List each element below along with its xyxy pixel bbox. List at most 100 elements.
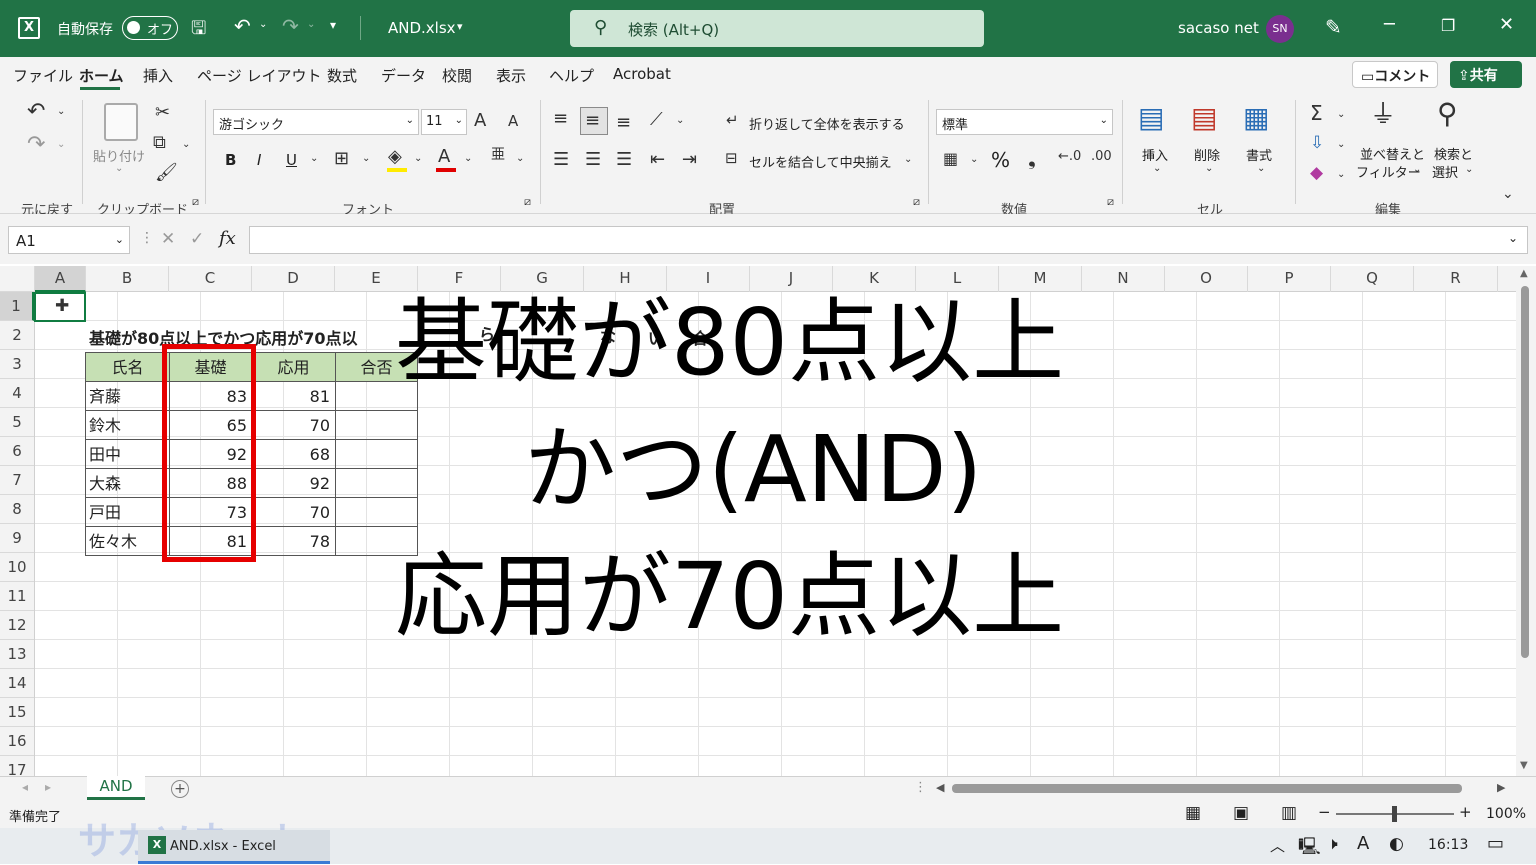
borders-dropdown-icon[interactable]: ⌄ [362,154,370,164]
find-select-dropdown-icon[interactable]: ⌄ [1465,165,1473,175]
accounting-dropdown-icon[interactable]: ⌄ [970,155,978,165]
align-left-icon[interactable]: ☰ [553,151,569,169]
column-header-c[interactable]: C [169,266,252,292]
tab-review[interactable]: 校閲 [442,65,472,86]
align-right-icon[interactable]: ☰ [616,151,632,169]
insert-dropdown-icon[interactable]: ⌄ [1153,164,1161,174]
sort-filter-dropdown-icon[interactable]: ⌄ [1413,165,1421,175]
row-header-3[interactable]: 3 [0,350,34,379]
sort-filter-label-1[interactable]: 並べ替えと [1360,144,1425,163]
table-cell-name[interactable]: 鈴木 [89,411,164,440]
column-header-q[interactable]: Q [1331,266,1414,292]
table-cell-applied[interactable]: 70 [255,411,330,440]
redo-dropdown-icon[interactable]: ⌄ [307,19,315,30]
copy-dropdown-icon[interactable]: ⌄ [182,140,190,150]
increase-indent-icon[interactable]: ⇥ [682,151,697,169]
row-header-8[interactable]: 8 [0,495,34,524]
redo-ribbon-dropdown-icon[interactable]: ⌄ [57,140,65,150]
table-cell-name[interactable]: 大森 [89,469,164,498]
ime-icon[interactable]: ◐ [1389,834,1404,854]
normal-view-icon[interactable]: ▦ [1185,803,1201,823]
minimize-icon[interactable]: ─ [1384,14,1395,35]
expand-formula-icon[interactable]: ⌄ [1508,231,1518,245]
tab-view[interactable]: 表示 [496,65,526,86]
row-header-2[interactable]: 2 [0,321,34,350]
zoom-level[interactable]: 100% [1486,806,1526,822]
format-cells-icon[interactable]: ▦ [1243,104,1269,132]
undo-ribbon-icon[interactable]: ↶ [27,101,45,123]
row-header-7[interactable]: 7 [0,466,34,495]
enter-icon[interactable]: ✓ [190,229,204,249]
underline-button[interactable]: U [286,151,297,169]
save-icon[interactable]: 🖫 [191,16,206,46]
column-header-o[interactable]: O [1165,266,1248,292]
filename-dropdown-icon[interactable]: ▾ [457,20,463,33]
grow-font-icon[interactable]: A [474,112,486,130]
row-header-1[interactable]: 1 [0,292,34,321]
table-cell-result[interactable] [335,411,417,439]
table-header-cell[interactable]: 氏名 [86,353,169,382]
font-launcher-icon[interactable]: ⧄ [524,196,531,207]
wrap-text-button[interactable]: 折り返して全体を表示する [749,114,905,133]
row-header-10[interactable]: 10 [0,553,34,582]
close-icon[interactable]: ✕ [1499,14,1514,35]
decrease-decimal-icon[interactable]: .00 [1091,150,1112,163]
row-header-11[interactable]: 11 [0,582,34,611]
column-header-n[interactable]: N [1082,266,1165,292]
orientation-icon[interactable]: ⟋ [650,111,663,129]
tab-page-layout[interactable]: ページ レイアウト [197,65,321,86]
table-cell-name[interactable]: 佐々木 [89,527,164,556]
merge-center-icon[interactable]: ⊟ [725,151,738,166]
tab-split-handle[interactable]: ⋮ [914,780,927,795]
column-header-p[interactable]: P [1248,266,1331,292]
merge-center-button[interactable]: セルを結合して中央揃え [749,152,892,171]
italic-button[interactable]: I [257,151,261,169]
filename[interactable]: AND.xlsx [388,19,456,37]
insert-cells-icon[interactable]: ▤ [1138,104,1164,132]
table-cell-name[interactable]: 斉藤 [89,382,164,411]
tab-data[interactable]: データ [381,65,426,86]
network-icon[interactable]: 🖳 [1298,834,1321,863]
table-cell-result[interactable] [335,498,417,526]
undo-dropdown-icon[interactable]: ⌄ [259,19,267,30]
column-header-a[interactable]: A [35,266,86,292]
avatar[interactable]: SN [1266,15,1294,43]
scroll-left-icon[interactable]: ◀ [936,781,944,794]
row-header-9[interactable]: 9 [0,524,34,553]
tab-help[interactable]: ヘルプ [549,65,594,86]
fill-color-dropdown-icon[interactable]: ⌄ [414,154,422,164]
cut-icon[interactable]: ✂ [155,104,170,122]
horizontal-scroll-thumb[interactable] [952,784,1462,793]
redo-ribbon-icon[interactable]: ↷ [27,134,45,156]
column-header-b[interactable]: B [86,266,169,292]
insert-function-button[interactable]: fx [219,228,236,249]
fill-color-icon[interactable]: ◈ [388,148,402,166]
zoom-in-icon[interactable]: + [1459,803,1472,821]
comment-button[interactable]: ▭コメント [1352,61,1438,88]
row-header-15[interactable]: 15 [0,698,34,727]
format-painter-icon[interactable]: 🖌 [155,164,178,182]
sheet-tab-and[interactable]: AND [87,776,145,800]
sort-filter-icon[interactable]: ⏚ [1370,102,1396,128]
ime-mode-icon[interactable]: A [1357,833,1369,854]
restore-icon[interactable]: ❐ [1441,16,1455,35]
row-header-16[interactable]: 16 [0,727,34,756]
delete-cells-icon[interactable]: ▤ [1191,104,1217,132]
shrink-font-icon[interactable]: A [508,114,518,129]
scroll-down-icon[interactable]: ▼ [1520,760,1528,771]
page-break-view-icon[interactable]: ▥ [1281,803,1297,823]
clear-icon[interactable]: ◆ [1310,165,1323,182]
undo-ribbon-dropdown-icon[interactable]: ⌄ [57,107,65,117]
redo-icon[interactable]: ↷ [282,14,299,38]
alignment-launcher-icon[interactable]: ⧄ [913,196,920,207]
table-cell-result[interactable] [335,469,417,497]
vertical-scroll-thumb[interactable] [1521,286,1529,658]
autosave-toggle[interactable]: オフ [122,16,178,40]
cancel-icon[interactable]: ✕ [161,229,175,249]
decrease-indent-icon[interactable]: ⇤ [650,151,665,169]
table-cell-applied[interactable]: 81 [255,382,330,411]
find-select-label-2[interactable]: 選択 [1432,162,1458,181]
phonetic-icon[interactable]: 亜 [491,148,505,162]
delete-dropdown-icon[interactable]: ⌄ [1205,164,1213,174]
insert-cells-button[interactable]: 挿入 [1142,145,1168,164]
